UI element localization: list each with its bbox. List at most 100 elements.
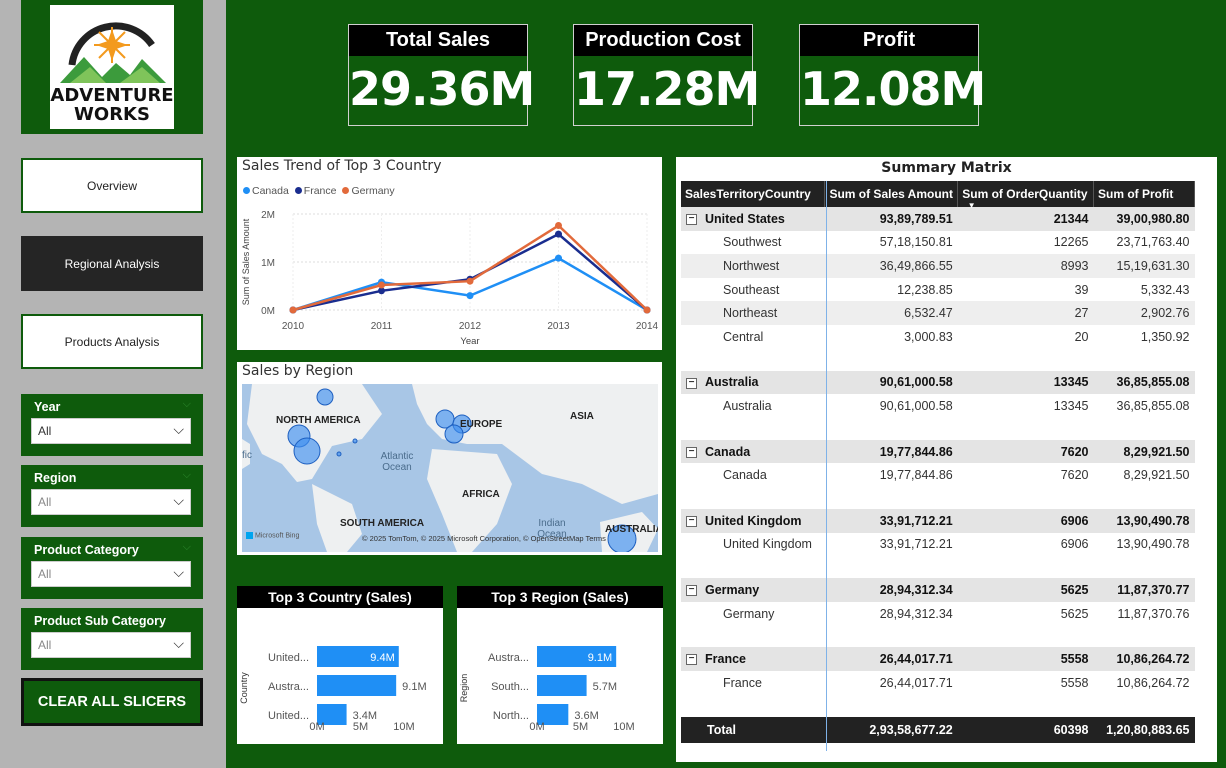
empty-cell xyxy=(824,348,958,371)
region-row[interactable]: United Kingdom 33,91,712.21 6906 13,90,490.… xyxy=(681,532,1195,557)
matrix-table: SalesTerritoryCountry Sum of Sales Amoun… xyxy=(681,181,1195,743)
profit-cell: 1,350.92 xyxy=(1093,324,1195,349)
country-row[interactable]: − Germany 28,94,312.34 5625 11,87,370.77 xyxy=(681,578,1195,602)
collapse-icon[interactable]: − xyxy=(686,214,697,225)
category-label: United... xyxy=(268,652,309,664)
region-row[interactable]: Germany 28,94,312.34 5625 11,87,370.76 xyxy=(681,601,1195,626)
column-header-sales[interactable]: Sum of Sales Amount xyxy=(824,181,959,207)
empty-cell xyxy=(681,694,825,717)
empty-cell xyxy=(681,556,825,579)
bar xyxy=(317,675,397,696)
country-row[interactable]: − Australia 90,61,000.58 13345 36,85,855.08 xyxy=(681,370,1195,395)
product-sub-category-dropdown[interactable]: All ⌵ xyxy=(31,632,191,658)
kpi-total-sales: Total Sales 29.36M xyxy=(348,24,535,126)
data-point-germany xyxy=(643,306,651,314)
country-name: United States xyxy=(705,211,785,226)
bar-chart-plot: RegionAustra... 9.1MSouth... 5.7MNorth... 3… xyxy=(459,646,635,733)
empty-cell xyxy=(824,556,958,579)
country-row[interactable]: − France 26,44,017.71 5558 10,86,264.72 xyxy=(681,647,1195,671)
chevron-down-icon: ⌵ xyxy=(173,564,184,580)
region-row[interactable]: Australia 90,61,000.58 13345 36,85,855.08 xyxy=(681,394,1195,418)
x-tick-label: 2014 xyxy=(636,321,659,332)
x-tick-label: 0M xyxy=(529,721,544,733)
sales-trend-chart: Sales Trend of Top 3 Country Canada Fran… xyxy=(237,157,662,350)
product-category-slicer: Product Category ⌵ All ⌵ xyxy=(21,537,203,599)
kpi-production-cost: Production Cost 17.28M xyxy=(573,24,760,126)
top-region-bar-chart: Top 3 Region (Sales) Region Austra... 9.1M… xyxy=(457,586,663,744)
data-point-germany xyxy=(466,277,474,285)
empty-cell xyxy=(1093,694,1195,717)
empty-cell xyxy=(1093,348,1195,371)
sales-cell: 26,44,017.71 xyxy=(824,670,958,695)
sales-cell: 12,238.85 xyxy=(824,277,958,302)
quantity-cell: 20 xyxy=(957,324,1094,349)
region-row[interactable]: Canada 19,77,844.86 7620 8,29,921.50 xyxy=(681,463,1195,487)
empty-cell xyxy=(824,417,958,440)
column-header-quantity[interactable]: Sum of OrderQuantity ▼ xyxy=(957,181,1094,210)
column-divider xyxy=(826,181,827,751)
region-name-cell: Canada xyxy=(681,463,825,487)
chart-title: Top 3 Region (Sales) xyxy=(457,586,663,608)
map-canvas[interactable]: NORTH AMERICA EUROPE ASIA AFRICA SOUTH A… xyxy=(242,384,658,552)
region-row[interactable]: Southeast 12,238.85 39 5,332.43 xyxy=(681,277,1195,302)
quantity-cell: 6906 xyxy=(957,508,1094,533)
collapse-icon[interactable]: − xyxy=(686,585,697,597)
region-name-cell: Australia xyxy=(681,394,825,418)
country-row[interactable]: − United Kingdom 33,91,712.21 6906 13,90,490… xyxy=(681,508,1195,533)
country-name-cell: − Canada xyxy=(681,439,825,464)
map-label-pacific: fic xyxy=(242,450,252,461)
profit-cell: 15,19,631.30 xyxy=(1093,254,1195,278)
profit-cell: 5,332.43 xyxy=(1093,277,1195,302)
region-row[interactable]: Central 3,000.83 20 1,350.92 xyxy=(681,324,1195,349)
empty-cell xyxy=(681,486,825,509)
profit-cell: 1,20,80,883.65 xyxy=(1093,716,1195,743)
microsoft-icon xyxy=(246,532,253,539)
nav-regional-analysis-button[interactable]: Regional Analysis xyxy=(21,236,203,291)
region-name-cell: United Kingdom xyxy=(681,532,825,557)
kpi-profit: Profit 12.08M xyxy=(799,24,986,126)
chevron-down-icon[interactable]: ⌵ xyxy=(183,398,191,411)
sales-cell: 33,91,712.21 xyxy=(824,532,958,557)
sales-cell: 57,18,150.81 xyxy=(824,230,958,255)
chevron-down-icon[interactable]: ⌵ xyxy=(183,469,191,482)
country-name: Canada xyxy=(705,444,751,459)
year-dropdown[interactable]: All ⌵ xyxy=(31,418,191,444)
region-row[interactable]: France 26,44,017.71 5558 10,86,264.72 xyxy=(681,670,1195,695)
profit-cell: 10,86,264.72 xyxy=(1093,647,1195,671)
nav-products-analysis-button[interactable]: Products Analysis xyxy=(21,314,203,369)
chevron-down-icon[interactable]: ⌵ xyxy=(183,541,191,554)
sales-cell: 28,94,312.34 xyxy=(824,578,958,602)
region-name-cell: Germany xyxy=(681,601,825,626)
matrix-header-row: SalesTerritoryCountry Sum of Sales Amoun… xyxy=(681,181,1195,210)
dropdown-value: All xyxy=(38,638,52,652)
region-row[interactable]: Northeast 6,532.47 27 2,902.76 xyxy=(681,301,1195,325)
category-label: North... xyxy=(493,710,529,722)
y-axis-label: Region xyxy=(459,674,469,703)
profit-cell: 13,90,490.78 xyxy=(1093,532,1195,557)
column-header-country[interactable]: SalesTerritoryCountry xyxy=(681,181,826,207)
x-tick-label: 2013 xyxy=(547,321,570,332)
country-row[interactable]: − Canada 19,77,844.86 7620 8,29,921.50 xyxy=(681,439,1195,464)
collapse-icon[interactable]: − xyxy=(686,654,697,666)
region-row[interactable]: Northwest 36,49,866.55 8993 15,19,631.30 xyxy=(681,254,1195,278)
dropdown-value: All xyxy=(38,567,52,581)
region-dropdown[interactable]: All ⌵ xyxy=(31,489,191,515)
total-label-cell: Total xyxy=(681,716,825,743)
collapse-icon[interactable]: − xyxy=(686,515,697,527)
clear-all-slicers-button[interactable]: CLEAR ALL SLICERS xyxy=(21,678,203,726)
product-category-dropdown[interactable]: All ⌵ xyxy=(31,561,191,587)
map-attribution[interactable]: © 2025 TomTom, © 2025 Microsoft Corporat… xyxy=(362,534,606,543)
collapse-icon[interactable]: − xyxy=(686,446,697,458)
collapse-icon[interactable]: − xyxy=(686,377,697,389)
sales-cell: 3,000.83 xyxy=(824,324,958,349)
quantity-cell: 8993 xyxy=(957,254,1094,278)
bar-chart-plot: Country United... 9.4M Austra... 9.1M United.… xyxy=(239,646,427,733)
country-row[interactable]: − United States 93,89,789.51 21344 39,00,980… xyxy=(681,207,1195,231)
spacer-row xyxy=(681,486,1195,509)
empty-cell xyxy=(824,486,958,509)
region-row[interactable]: Southwest 57,18,150.81 12265 23,71,763.40 xyxy=(681,230,1195,255)
map-label-atlantic: Atlantic Ocean xyxy=(380,451,414,473)
nav-overview-button[interactable]: Overview xyxy=(21,158,203,213)
column-header-profit[interactable]: Sum of Profit xyxy=(1093,181,1195,207)
bing-logo: Microsoft Bing xyxy=(246,532,299,539)
